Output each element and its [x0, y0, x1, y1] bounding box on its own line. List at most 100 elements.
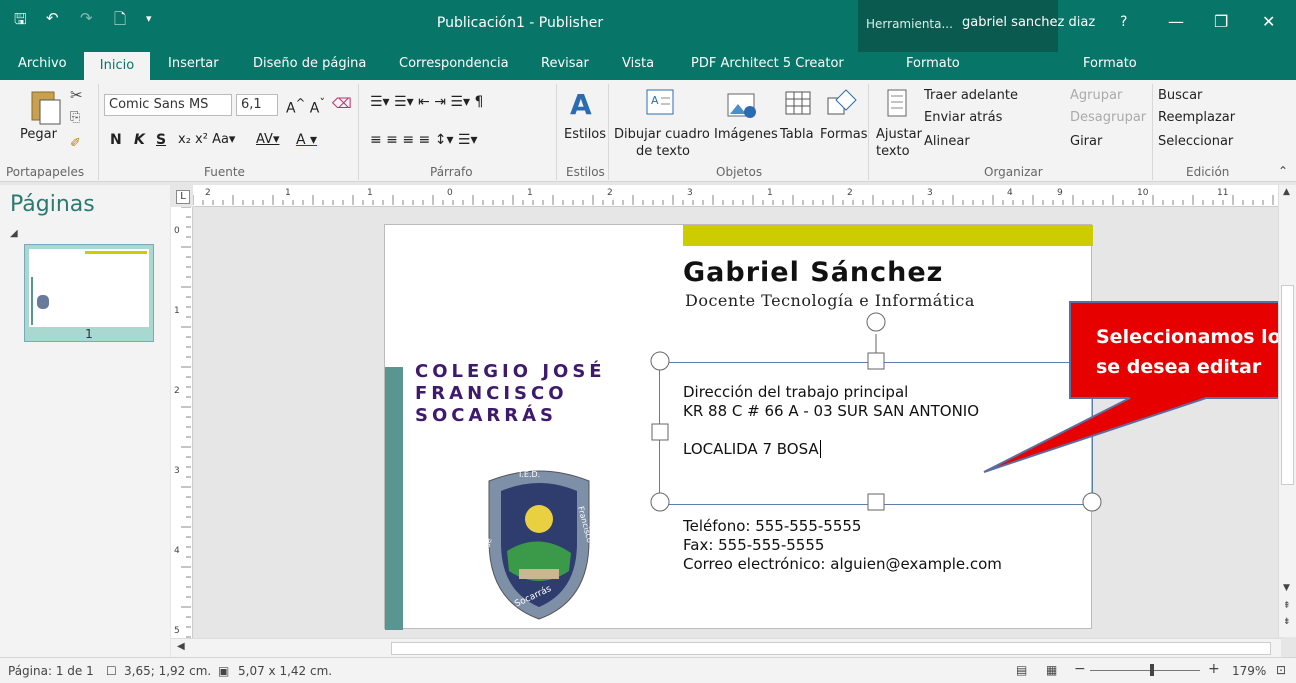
pictures-button[interactable]: Imágenes	[714, 127, 778, 142]
ruler-label: 4	[1007, 188, 1013, 198]
restore-icon[interactable]: ❐	[1214, 12, 1228, 31]
ruler-label: 11	[1217, 188, 1228, 198]
help-icon[interactable]: ?	[1120, 14, 1127, 30]
bold-button[interactable]: N	[110, 132, 122, 148]
ruler-label: 1	[367, 188, 373, 198]
ungroup-button[interactable]: Desagrupar	[1070, 110, 1146, 125]
styles-icon[interactable]: A	[570, 88, 592, 121]
user-name[interactable]: gabriel sanchez diaz	[962, 15, 1095, 30]
fit-page-icon[interactable]: ⊡	[1276, 663, 1286, 677]
tab-archivo[interactable]: Archivo	[18, 56, 67, 71]
scroll-up-icon[interactable]: ▲	[1283, 187, 1290, 197]
send-backward-button[interactable]: Enviar atrás	[924, 110, 1002, 125]
scroll-left-icon[interactable]: ◀	[177, 641, 185, 652]
italic-button[interactable]: K	[134, 132, 145, 148]
single-page-view-icon[interactable]: ▤	[1016, 663, 1027, 677]
page-thumbnail[interactable]: 1	[24, 244, 154, 342]
select-button[interactable]: Seleccionar	[1158, 134, 1233, 149]
bullets-numbering-icons[interactable]: ☰▾ ☰▾ ⇤ ⇥ ☰▾ ¶	[370, 94, 483, 110]
tab-correspondencia[interactable]: Correspondencia	[399, 56, 509, 71]
next-page-icon[interactable]: ⇟	[1283, 617, 1291, 627]
font-color-icon[interactable]: A ▾	[296, 132, 317, 148]
zoom-slider-thumb[interactable]	[1150, 664, 1154, 676]
person-name[interactable]: Gabriel Sánchez	[683, 257, 943, 288]
close-icon[interactable]: ✕	[1262, 12, 1275, 31]
draw-textbox-button[interactable]: Dibujar cuadro	[614, 127, 710, 142]
align-button[interactable]: Alinear	[924, 134, 970, 149]
previous-page-icon[interactable]: ⇞	[1283, 601, 1291, 611]
group-label-objects: Objetos	[716, 165, 763, 179]
tab-revisar[interactable]: Revisar	[541, 56, 589, 71]
tab-inicio[interactable]: Inicio	[84, 52, 150, 80]
draw-textbox-label-2: de texto	[636, 144, 690, 159]
group-button[interactable]: Agrupar	[1070, 88, 1122, 103]
grow-font-icon[interactable]: A^ Aˇ	[286, 96, 325, 117]
collapse-section-icon[interactable]: ◢	[10, 228, 18, 239]
horizontal-ruler[interactable]: 2 1 1 0 1 2 3 1 2 3 4 9 10 11	[192, 185, 1281, 207]
pictures-icon[interactable]	[726, 90, 758, 120]
zoom-slider[interactable]	[1090, 670, 1200, 671]
divider	[556, 84, 557, 180]
subscript-superscript-icons[interactable]: x₂ x² Aa▾	[178, 132, 235, 147]
title-bar: 🖫 ↶ ↷ 🗋 ▾ Publicación1 - Publisher Herra…	[0, 0, 1296, 52]
tab-formato-2[interactable]: Formato	[1083, 56, 1137, 71]
copy-icon[interactable]: ⎘	[70, 110, 80, 125]
ruler-label: 2	[607, 188, 613, 198]
school-line-1: COLEGIO JOSÉ	[415, 361, 606, 382]
tab-formato-1[interactable]: Formato	[906, 56, 960, 71]
shapes-button[interactable]: Formas	[820, 127, 868, 142]
paste-icon[interactable]	[28, 86, 62, 126]
replace-button[interactable]: Reemplazar	[1158, 110, 1235, 125]
format-painter-icon[interactable]: ✐	[70, 136, 81, 151]
shapes-icon[interactable]	[826, 88, 858, 118]
ruler-label: 0	[447, 188, 453, 198]
horizontal-scroll-thumb[interactable]	[391, 642, 1271, 655]
divider	[1152, 84, 1153, 180]
char-spacing-icon[interactable]: AV▾	[256, 132, 279, 147]
page-indicator[interactable]: Página: 1 de 1	[8, 664, 94, 678]
contact-text[interactable]: Teléfono: 555-555-5555 Fax: 555-555-5555…	[683, 517, 1002, 574]
tab-pdf-architect[interactable]: PDF Architect 5 Creator	[691, 56, 844, 71]
rotate-button[interactable]: Girar	[1070, 134, 1102, 149]
tab-selector[interactable]: L	[176, 190, 190, 204]
zoom-level[interactable]: 179%	[1232, 664, 1266, 678]
group-label-font: Fuente	[204, 165, 245, 179]
horizontal-scrollbar[interactable]: ◀	[171, 638, 1281, 657]
tab-insertar[interactable]: Insertar	[168, 56, 219, 71]
bring-forward-button[interactable]: Traer adelante	[924, 88, 1018, 103]
divider	[98, 84, 99, 180]
callout-line-2: se desea editar	[1096, 356, 1262, 378]
font-size-select[interactable]: 6,1	[236, 94, 278, 116]
group-label-clipboard: Portapapeles	[6, 165, 85, 179]
fax-line: Fax: 555-555-5555	[683, 536, 825, 554]
collapse-ribbon-icon[interactable]: ⌃	[1278, 164, 1288, 178]
school-crest-logo[interactable]: I.E.D. José Francisco Socarrás	[479, 461, 599, 621]
text-box-icon[interactable]: A	[645, 88, 675, 116]
wrap-text-icon[interactable]	[886, 88, 908, 118]
tab-diseno-pagina[interactable]: Diseño de página	[253, 56, 366, 71]
cut-icon[interactable]: ✂	[70, 86, 83, 104]
vertical-scroll-thumb[interactable]	[1281, 285, 1294, 485]
two-page-view-icon[interactable]: ▦	[1046, 663, 1057, 677]
clear-format-icon[interactable]: ⌫	[332, 96, 352, 112]
minimize-icon[interactable]: —	[1168, 12, 1184, 31]
wrap-text-button[interactable]: Ajustar	[876, 127, 922, 142]
underline-button[interactable]: S	[156, 132, 166, 148]
find-button[interactable]: Buscar	[1158, 88, 1202, 103]
tab-vista[interactable]: Vista	[622, 56, 654, 71]
paste-button[interactable]: Pegar	[20, 127, 57, 142]
ruler-label: 3	[174, 466, 180, 476]
zoom-in-icon[interactable]: +	[1208, 661, 1220, 677]
scroll-down-icon[interactable]: ▼	[1283, 583, 1290, 593]
styles-button[interactable]: Estilos	[564, 127, 606, 142]
table-button[interactable]: Tabla	[780, 127, 814, 142]
vertical-ruler[interactable]: 0 1 2 3 4 5	[171, 206, 193, 652]
school-line-3: SOCARRÁS	[415, 405, 558, 426]
vertical-scrollbar[interactable]: ▲ ▼ ⇞ ⇟	[1278, 185, 1296, 637]
alignment-icons[interactable]: ≡ ≡ ≡ ≡ ↕▾ ☰▾	[370, 132, 478, 148]
school-name[interactable]: COLEGIO JOSÉ FRANCISCO SOCARRÁS	[415, 361, 606, 427]
table-icon[interactable]	[784, 90, 812, 116]
zoom-out-icon[interactable]: −	[1074, 661, 1086, 677]
font-name-select[interactable]: Comic Sans MS	[104, 94, 232, 116]
cursor-position: 3,65; 1,92 cm.	[124, 664, 212, 678]
